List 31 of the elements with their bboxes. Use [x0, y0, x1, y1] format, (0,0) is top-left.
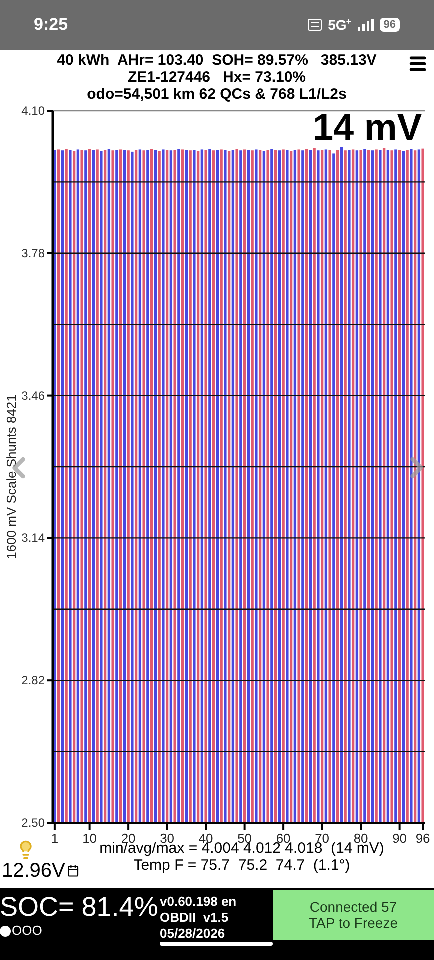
version-info: OBDII v1.5 — [160, 910, 230, 926]
signal-icon — [358, 19, 374, 31]
battery-summary-line: ZE1-127446 Hx= 73.10% — [128, 69, 306, 86]
soc-reading: SOC= 81.4% — [0, 891, 158, 924]
axis-tick-label: 4.10 — [22, 104, 45, 118]
axis-tick-label: 90 — [392, 831, 408, 846]
axis-tick-label: 3.78 — [22, 246, 45, 260]
spread-readout: 14 mV — [312, 109, 422, 146]
version-info: v0.60.198 en — [160, 894, 238, 910]
status-circles: OOO — [12, 924, 42, 938]
axis-tick-label: 96 — [416, 831, 430, 846]
battery-summary-line: 40 kWh AHr= 103.40 SOH= 89.57% 385.13V — [57, 52, 377, 69]
stats-line: Temp F = 75.7 75.2 74.7 (1.1°) — [134, 857, 350, 874]
battery-summary-line: odo=54,501 km 62 QCs & 768 L1/L2s — [87, 86, 347, 103]
freeze-button[interactable]: Connected 57 TAP to Freeze — [273, 890, 434, 940]
axis-tick-label: 80 — [354, 831, 368, 846]
axis-tick-label: 1 — [51, 831, 59, 846]
menu-icon[interactable] — [408, 54, 428, 74]
axis-tick-label: 3.46 — [22, 388, 45, 403]
axis-tick-label: 3.14 — [22, 531, 45, 546]
axis-tick-label: 30 — [160, 831, 175, 846]
aux-battery-voltage: 12.96V — [2, 860, 66, 882]
status-time: 9:25 — [34, 14, 68, 36]
network-type: 5G⁺ — [328, 16, 352, 34]
axis-tick-label: 10 — [82, 831, 98, 846]
axis-tick-label: 2.50 — [22, 816, 45, 830]
axis-tick-label: 2.82 — [22, 674, 45, 688]
axis-title: 1600 mV Scale Shunts 8421 — [4, 394, 19, 560]
volte-icon — [308, 19, 322, 31]
version-info: 05/28/2026 — [160, 926, 226, 942]
battery-level: 96 — [380, 18, 400, 32]
